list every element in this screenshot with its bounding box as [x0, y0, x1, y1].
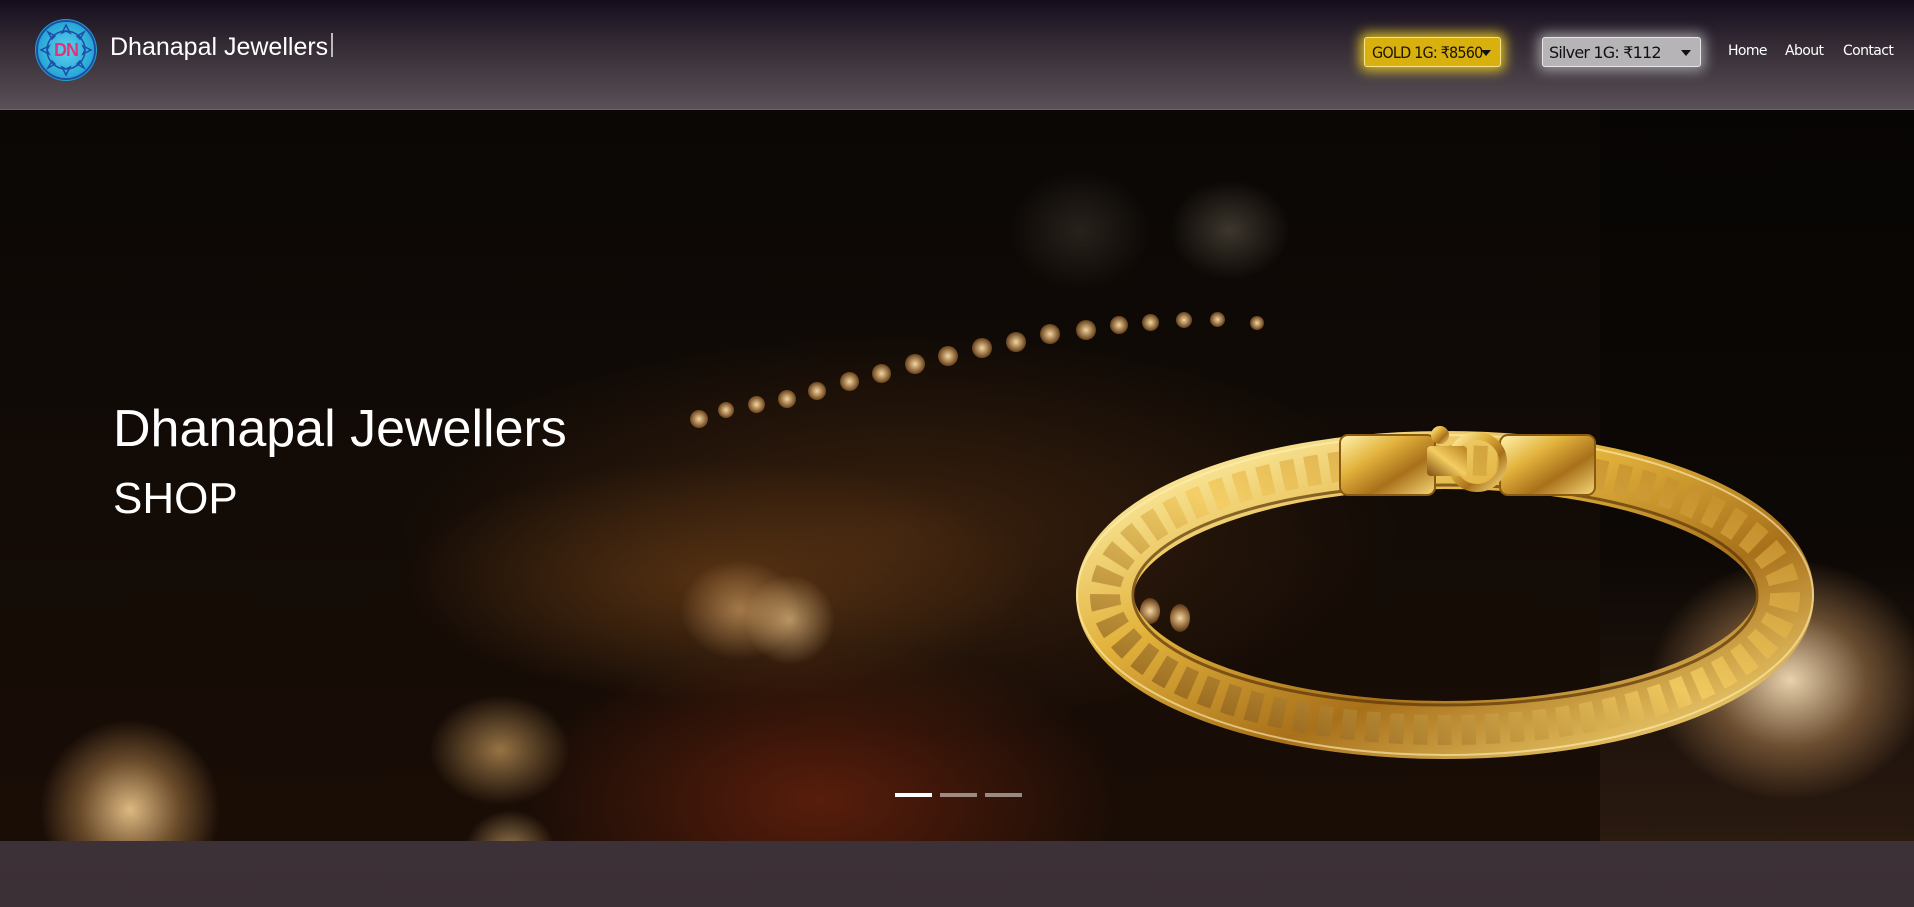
- brand-link[interactable]: DN Dhanapal Jewellers: [35, 19, 334, 81]
- carousel-indicators: [895, 793, 1022, 797]
- bracelet-image: [1076, 426, 1814, 759]
- nav-link-about[interactable]: About: [1785, 43, 1824, 59]
- hero-subtitle: SHOP: [113, 474, 238, 523]
- gold-rate-dropdown[interactable]: GOLD 1G: ₹8560: [1364, 37, 1501, 67]
- chevron-down-icon: [1681, 50, 1691, 56]
- gold-rate-label: GOLD 1G: ₹8560: [1372, 42, 1483, 62]
- silver-rate-dropdown[interactable]: Silver 1G: ₹112: [1542, 37, 1701, 67]
- navbar: DN Dhanapal Jewellers GOLD 1G: ₹8560 Sil…: [0, 0, 1914, 110]
- hero-carousel[interactable]: Dhanapal Jewellers SHOP: [0, 110, 1914, 841]
- brand-name-text: Dhanapal Jewellers: [110, 32, 329, 61]
- logo-text: DN: [54, 39, 79, 60]
- nav-link-home[interactable]: Home: [1728, 43, 1768, 59]
- brand-name[interactable]: Dhanapal Jewellers: [110, 32, 334, 62]
- logo-emblem-icon: DN: [35, 19, 97, 81]
- hero-title: Dhanapal Jewellers: [113, 400, 567, 458]
- carousel-indicator-1[interactable]: [895, 793, 932, 797]
- chevron-down-icon: [1481, 50, 1491, 56]
- silver-rate-label: Silver 1G: ₹112: [1549, 42, 1662, 62]
- page: DN Dhanapal Jewellers GOLD 1G: ₹8560 Sil…: [0, 0, 1914, 907]
- text-cursor: [331, 32, 334, 57]
- nav-link-contact[interactable]: Contact: [1843, 43, 1894, 59]
- carousel-indicator-2[interactable]: [940, 793, 977, 797]
- carousel-indicator-3[interactable]: [985, 793, 1022, 797]
